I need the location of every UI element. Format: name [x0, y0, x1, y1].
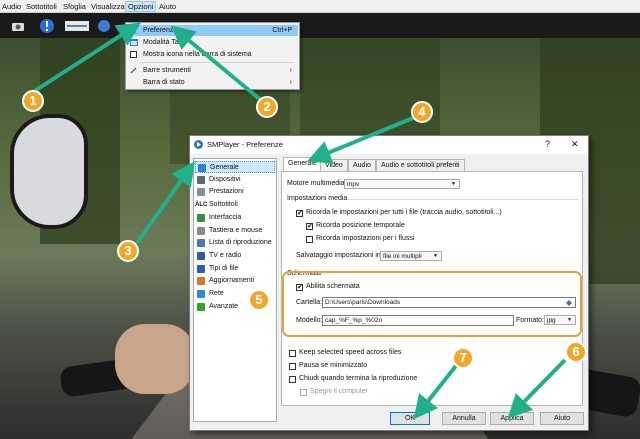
callout-6: 6	[565, 341, 587, 363]
callout-3: 3	[117, 240, 139, 262]
callout-2: 2	[256, 96, 278, 118]
callout-4: 4	[411, 101, 433, 123]
arrow-7	[413, 360, 461, 420]
arrow-1	[31, 22, 142, 94]
arrow-6	[507, 358, 567, 419]
arrow-3	[135, 161, 195, 245]
callout-5: 5	[248, 289, 270, 311]
callout-7: 7	[452, 347, 474, 369]
annotation-layer	[31, 22, 582, 420]
arrow-4	[306, 116, 414, 164]
callout-1: 1	[22, 90, 44, 112]
screenshot-highlight-box	[282, 271, 582, 337]
arrow-2	[170, 25, 264, 103]
